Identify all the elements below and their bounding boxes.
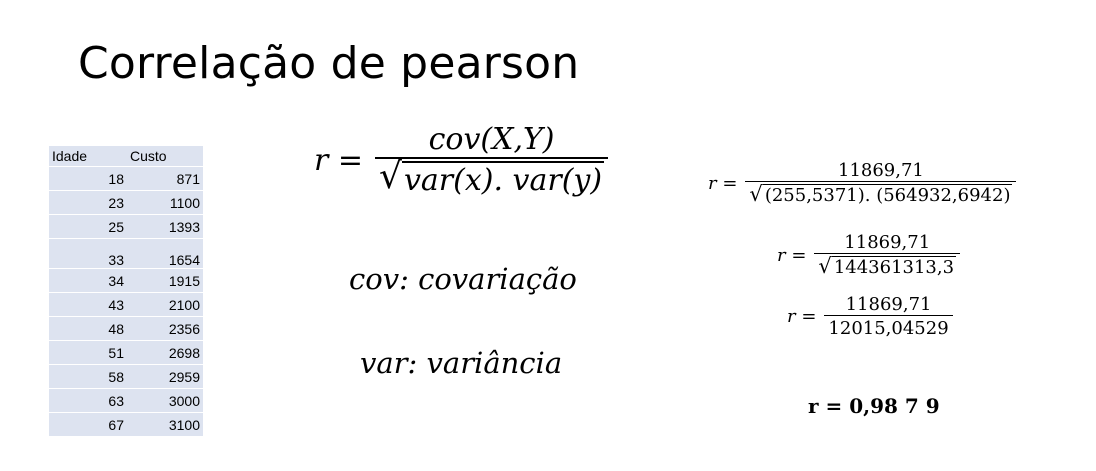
- cell-custo: 871: [127, 166, 203, 191]
- table-row: 43 2100: [49, 292, 203, 317]
- table-row: 51 2698: [49, 340, 203, 365]
- cell-idade: 58: [49, 364, 127, 389]
- cell-idade: 25: [49, 214, 127, 239]
- calc-step-1-fraction: 11869,71 √ (255,5371). (564932,6942): [745, 160, 1017, 206]
- calc-step-2-numerator: 11869,71: [844, 232, 931, 253]
- calc-step-3-lhs: r =: [787, 306, 817, 327]
- formula-fraction: cov(X,Y) √ var(x). var(y): [375, 122, 609, 198]
- cell-idade: 48: [49, 316, 127, 341]
- table-row: 33 1654: [49, 238, 203, 269]
- cell-idade: 18: [49, 166, 127, 191]
- calc-step-2-denominator: √ 144361313,3: [814, 253, 961, 278]
- table-row: 18 871: [49, 166, 203, 191]
- calc-step-3-denominator: 12015,04529: [824, 315, 953, 339]
- column-header-custo: Custo: [127, 146, 203, 167]
- sqrt-icon: √: [379, 156, 402, 197]
- calc-step-1-denominator-text: (255,5371). (564932,6942): [762, 184, 1013, 206]
- cell-idade: 33: [49, 238, 127, 269]
- table-row: 34 1915: [49, 268, 203, 293]
- formula-lhs: r =: [314, 142, 364, 178]
- sqrt-icon: √: [749, 182, 763, 206]
- calc-step-1: r = 11869,71 √ (255,5371). (564932,6942): [708, 160, 1017, 206]
- cell-custo: 3000: [127, 388, 203, 413]
- cell-idade: 43: [49, 292, 127, 317]
- cell-idade: 67: [49, 412, 127, 437]
- cell-custo: 3100: [127, 412, 203, 437]
- calc-step-3-numerator: 11869,71: [845, 294, 932, 315]
- correlation-result: r = 0,98 7 9: [808, 394, 940, 418]
- calc-step-1-lhs: r =: [708, 172, 738, 194]
- cell-custo: 2356: [127, 316, 203, 341]
- calc-step-1-numerator: 11869,71: [838, 160, 924, 181]
- calc-step-3-fraction: 11869,71 12015,04529: [824, 294, 953, 339]
- pearson-formula: r = cov(X,Y) √ var(x). var(y): [314, 122, 609, 198]
- table-row: 25 1393: [49, 214, 203, 239]
- calc-step-2: r = 11869,71 √ 144361313,3: [777, 232, 961, 278]
- cell-idade: 34: [49, 268, 127, 293]
- cell-custo: 2959: [127, 364, 203, 389]
- formula-numerator: cov(X,Y): [428, 122, 555, 157]
- calc-step-2-denominator-text: 144361313,3: [831, 256, 957, 278]
- definition-var: var: variância: [360, 346, 563, 380]
- formula-denominator-text: var(x). var(y): [401, 161, 605, 198]
- table-row: 23 1100: [49, 190, 203, 215]
- cell-idade: 63: [49, 388, 127, 413]
- table-row: 63 3000: [49, 388, 203, 413]
- table-row: 48 2356: [49, 316, 203, 341]
- calc-step-2-fraction: 11869,71 √ 144361313,3: [814, 232, 961, 278]
- cell-custo: 1654: [127, 238, 203, 269]
- cell-idade: 23: [49, 190, 127, 215]
- data-table: Idade Custo 18 871 23 1100 25 1393 33 1654 3…: [49, 146, 203, 437]
- cell-idade: 51: [49, 340, 127, 365]
- cell-custo: 1100: [127, 190, 203, 215]
- table-row: 67 3100: [49, 412, 203, 437]
- definition-cov: cov: covariação: [349, 262, 577, 296]
- calc-step-2-lhs: r =: [777, 244, 807, 266]
- page-title: Correlação de pearson: [78, 38, 580, 89]
- formula-denominator: √ var(x). var(y): [375, 156, 609, 198]
- cell-custo: 2100: [127, 292, 203, 317]
- cell-custo: 1915: [127, 268, 203, 293]
- table-row: 58 2959: [49, 364, 203, 389]
- sqrt-icon: √: [818, 254, 832, 278]
- cell-custo: 1393: [127, 214, 203, 239]
- table-header-row: Idade Custo: [49, 146, 203, 167]
- column-header-idade: Idade: [49, 146, 127, 167]
- calc-step-1-denominator: √ (255,5371). (564932,6942): [745, 181, 1017, 206]
- calc-step-3: r = 11869,71 12015,04529: [787, 294, 953, 339]
- cell-custo: 2698: [127, 340, 203, 365]
